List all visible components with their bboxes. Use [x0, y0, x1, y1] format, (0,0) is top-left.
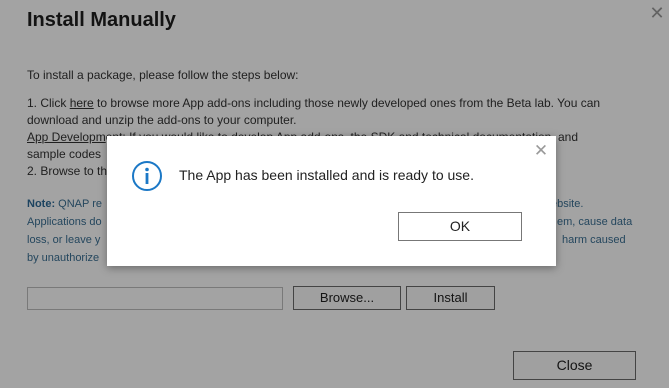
info-icon [132, 161, 162, 191]
modal-message: The App has been installed and is ready … [179, 167, 474, 183]
ok-button[interactable]: OK [398, 212, 522, 241]
install-success-modal: ✕ The App has been installed and is read… [107, 136, 556, 266]
modal-close-icon[interactable]: ✕ [533, 142, 549, 159]
